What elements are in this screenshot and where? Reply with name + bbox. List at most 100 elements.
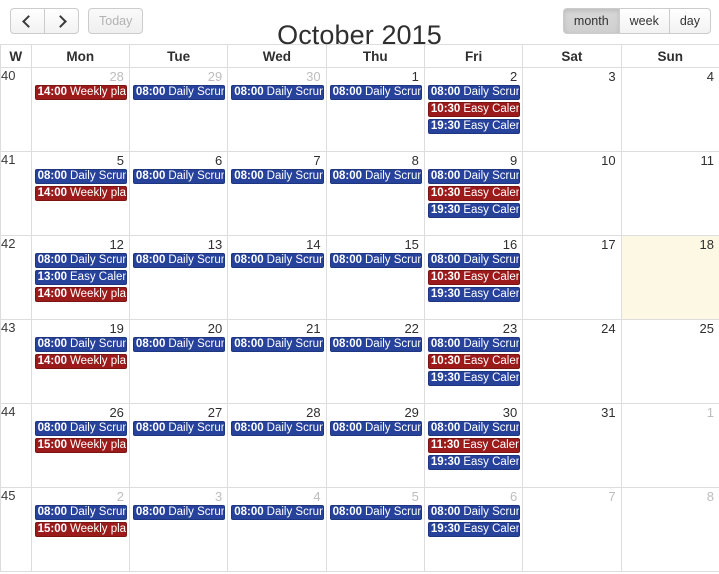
calendar-event[interactable]: 08:00 Daily Scrum [427, 421, 521, 436]
calendar-event[interactable]: 08:00 Daily Scrum [132, 85, 226, 100]
calendar-event[interactable]: 08:00 Daily Scrum [34, 169, 127, 184]
calendar-event[interactable]: 19:30Easy Calenc [427, 287, 521, 302]
calendar-event[interactable]: 08:00 Daily Scrum [231, 253, 324, 268]
calendar-event[interactable]: 11:30Easy Calend [427, 438, 521, 453]
view-button-day[interactable]: day [669, 8, 711, 34]
day-cell[interactable]: 31 [522, 403, 622, 488]
day-cell[interactable]: 24 [522, 319, 622, 404]
day-cell[interactable]: 2308:00Daily Scrum10:30Easy Calenc19:30E… [424, 319, 524, 404]
day-events [523, 84, 620, 85]
calendar-event[interactable]: 19:30Easy Calenc [427, 455, 521, 470]
day-cell[interactable]: 208:00Daily Scrum10:30Easy Calenc19:30Ea… [424, 67, 524, 152]
calendar-event[interactable]: 08:00 Daily Scrum [427, 85, 521, 100]
day-cell[interactable]: 5 08:00 Daily Scrum 14:00 Weekly plan [31, 151, 130, 236]
calendar-event[interactable]: 08:00 Daily Scrum [329, 505, 422, 520]
day-cell[interactable]: 30 08:00 Daily Scrum [227, 67, 327, 152]
day-cell[interactable]: 10 [522, 151, 622, 236]
calendar-event[interactable]: 08:00 Daily Scrum [427, 169, 521, 184]
calendar-event[interactable]: 19:30Easy Calenc [427, 203, 521, 218]
view-button-month[interactable]: month [562, 8, 620, 34]
calendar-event[interactable]: 08:00 Daily Scrum [427, 505, 521, 520]
day-cell[interactable]: 2 08:00 Daily Scrum 15:00 Weekly plan [31, 487, 130, 572]
calendar-event[interactable]: 08:00 Daily Scrum [34, 253, 127, 268]
day-cell[interactable]: 3008:00Daily Scrum 11:30Easy Calend 19:30E… [424, 403, 524, 488]
day-number: 30 [502, 405, 518, 420]
day-cell[interactable]: 11 [621, 151, 719, 236]
day-cell[interactable]: 908:00Daily Scrum10:30Easy Calenc19:30Ea… [424, 151, 524, 236]
day-cell[interactable]: 29 08:00 Daily Scrum [129, 67, 229, 152]
day-cell[interactable]: 4 [621, 67, 719, 152]
calendar-event[interactable]: 15:00 Weekly plan [34, 438, 127, 453]
day-cell[interactable]: 21 08:00 Daily Scrum [227, 319, 327, 404]
day-cell[interactable]: 1 08:00 Daily Scrum [326, 67, 425, 152]
calendar-event[interactable]: 08:00 Daily Scrum [132, 337, 226, 352]
day-cell[interactable]: 18 [621, 235, 719, 320]
calendar-event[interactable]: 10:30Easy Calenc [427, 186, 521, 201]
day-cell[interactable]: 7 [522, 487, 622, 572]
calendar-event[interactable]: 19:30Easy Calenc [427, 371, 521, 386]
day-cell[interactable]: 14 08:00 Daily Scrum [227, 235, 327, 320]
day-cell[interactable]: 29 08:00 Daily Scrum [326, 403, 425, 488]
day-cell[interactable]: 28 08:00 Daily Scrum [227, 403, 327, 488]
calendar-event[interactable]: 14:00 Weekly plan [34, 85, 127, 100]
calendar-event[interactable]: 08:00 Daily Scrum [34, 421, 127, 436]
day-cell[interactable]: 28 14:00 Weekly plan [31, 67, 130, 152]
calendar-event[interactable]: 14:00 Weekly plan [34, 186, 127, 201]
calendar-event[interactable]: 15:00 Weekly plan [34, 522, 127, 537]
calendar-event[interactable]: 08:00 Daily Scrum [132, 169, 226, 184]
day-cell[interactable]: 6 08:00 Daily Scrum [129, 151, 229, 236]
day-cell[interactable]: 26 08:00 Daily Scrum 15:00 Weekly plan [31, 403, 130, 488]
day-cell[interactable]: 3 [522, 67, 622, 152]
calendar-event[interactable]: 08:00 Daily Scrum [329, 421, 422, 436]
calendar-event[interactable]: 10:30Easy Calenc [427, 270, 521, 285]
calendar-event[interactable]: 08:00 Daily Scrum [132, 253, 226, 268]
day-cell[interactable]: 27 08:00 Daily Scrum [129, 403, 229, 488]
event-title: Daily Scrum [266, 254, 324, 266]
day-cell[interactable]: 25 [621, 319, 719, 404]
calendar-event[interactable]: 08:00 Daily Scrum [329, 169, 422, 184]
day-events: 08:00 Daily Scrum 14:00 Weekly plan [32, 168, 129, 201]
calendar-event[interactable]: 10:30Easy Calenc [427, 354, 521, 369]
calendar-event[interactable]: 19:30Easy Calenc [427, 119, 521, 134]
calendar-event[interactable]: 08:00 Daily Scrum [231, 169, 324, 184]
calendar-event[interactable]: 08:00 Daily Scrum [34, 505, 127, 520]
calendar-event[interactable]: 08:00 Daily Scrum [427, 337, 521, 352]
calendar-event[interactable]: 08:00 Daily Scrum [132, 505, 226, 520]
day-cell[interactable]: 7 08:00 Daily Scrum [227, 151, 327, 236]
calendar-event[interactable]: 08:00 Daily Scrum [329, 253, 422, 268]
day-cell[interactable]: 22 08:00 Daily Scrum [326, 319, 425, 404]
calendar-event[interactable]: 08:00 Daily Scrum [329, 337, 422, 352]
calendar-event[interactable]: 19:30Easy Calenc [427, 522, 521, 537]
calendar-event[interactable]: 14:00 Weekly plan [34, 354, 127, 369]
day-cell[interactable]: 15 08:00 Daily Scrum [326, 235, 425, 320]
day-cell[interactable]: 20 08:00 Daily Scrum [129, 319, 229, 404]
day-cell[interactable]: 3 08:00 Daily Scrum [129, 487, 229, 572]
column-header-thu: Thu [326, 45, 425, 68]
day-cell[interactable]: 8 08:00 Daily Scrum [326, 151, 425, 236]
calendar-event[interactable]: 08:00 Daily Scrum [231, 85, 324, 100]
day-cell[interactable]: 13 08:00 Daily Scrum [129, 235, 229, 320]
calendar-event[interactable]: 08:00 Daily Scrum [231, 421, 324, 436]
next-month-button[interactable] [45, 8, 79, 34]
calendar-event[interactable]: 14:00 Weekly plan [34, 287, 127, 302]
calendar-event[interactable]: 10:30Easy Calenc [427, 102, 521, 117]
prev-month-button[interactable] [10, 8, 45, 34]
day-cell[interactable]: 4 08:00 Daily Scrum [227, 487, 327, 572]
calendar-event[interactable]: 08:00 Daily Scrum [427, 253, 521, 268]
calendar-event[interactable]: 13:00Easy Calenc [34, 270, 127, 285]
calendar-event[interactable]: 08:00 Daily Scrum [231, 337, 324, 352]
day-cell[interactable]: 1 [621, 403, 719, 488]
day-cell[interactable]: 17 [522, 235, 622, 320]
calendar-event[interactable]: 08:00 Daily Scrum [34, 337, 127, 352]
day-cell[interactable]: 1208:00Daily Scrum13:00Easy Calenc14:00W… [31, 235, 130, 320]
day-cell[interactable]: 19 08:00 Daily Scrum 14:00 Weekly plan [31, 319, 130, 404]
calendar-event[interactable]: 08:00 Daily Scrum [329, 85, 422, 100]
day-cell[interactable]: 608:00Daily Scrum19:30Easy Calenc [424, 487, 524, 572]
day-cell[interactable]: 8 [621, 487, 719, 572]
view-button-week[interactable]: week [619, 8, 670, 34]
day-cell[interactable]: 1608:00Daily Scrum10:30Easy Calenc19:30E… [424, 235, 524, 320]
calendar-event[interactable]: 08:00 Daily Scrum [231, 505, 324, 520]
day-cell[interactable]: 5 08:00 Daily Scrum [326, 487, 425, 572]
today-button[interactable]: Today [88, 8, 144, 34]
calendar-event[interactable]: 08:00 Daily Scrum [132, 421, 226, 436]
